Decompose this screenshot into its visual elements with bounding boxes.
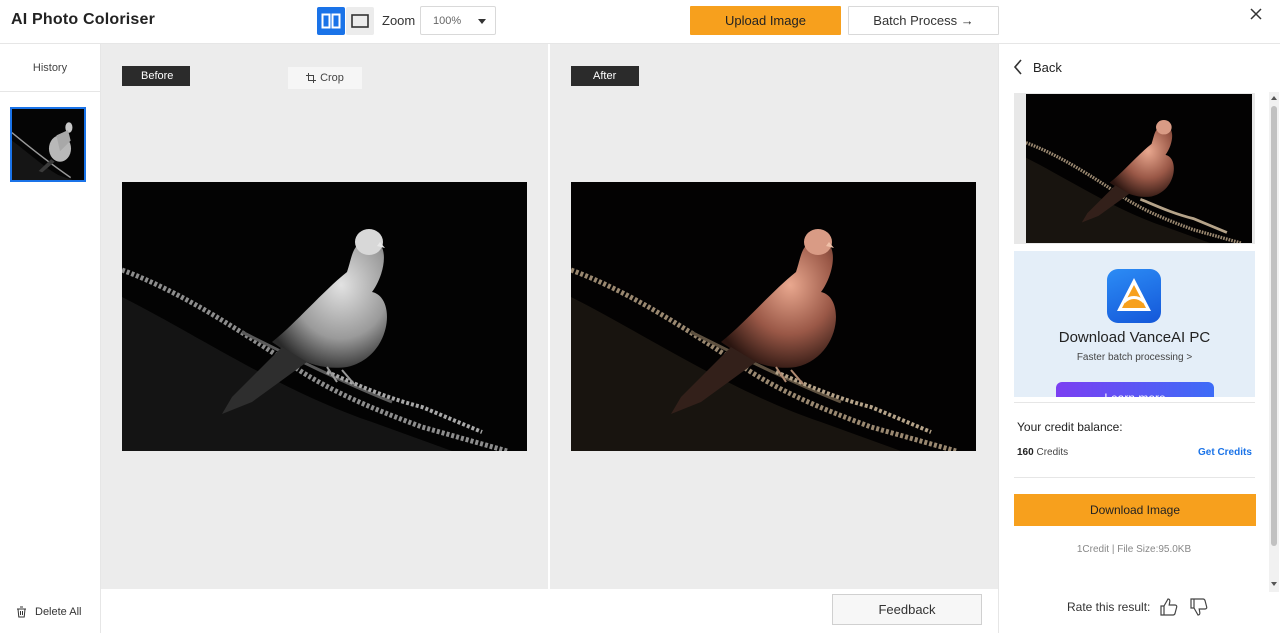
upload-image-button[interactable]: Upload Image <box>690 6 841 35</box>
divider <box>1014 477 1255 478</box>
history-panel: History Delete All <box>0 44 101 633</box>
vanceai-logo-icon <box>1107 269 1161 323</box>
credit-unit: Credits <box>1036 447 1069 458</box>
history-thumbnail-image <box>12 109 84 180</box>
get-credits-link[interactable]: Get Credits <box>1198 447 1252 458</box>
rate-result: Rate this result: <box>1067 596 1210 618</box>
single-view-button[interactable] <box>346 7 374 35</box>
history-item[interactable] <box>10 107 86 182</box>
bottom-bar: Feedback <box>101 589 998 633</box>
batch-process-button[interactable]: Batch Process → <box>848 6 999 35</box>
split-view-button[interactable] <box>317 7 345 35</box>
feedback-button[interactable]: Feedback <box>832 594 982 625</box>
after-image <box>571 182 976 451</box>
thumbs-up-icon <box>1160 598 1178 616</box>
zoom-value: 100% <box>433 15 462 27</box>
before-tag: Before <box>122 66 190 86</box>
download-image-button[interactable]: Download Image <box>1014 494 1256 526</box>
dropdown-caret-icon <box>478 19 486 24</box>
credit-amount: 160 <box>1017 447 1034 458</box>
result-preview <box>1014 93 1255 244</box>
promo-title: Download VanceAI PC <box>1058 329 1211 346</box>
preview-photo <box>1026 94 1252 243</box>
promo-banner[interactable]: Download VanceAI PC Faster batch process… <box>1014 251 1255 397</box>
thumbs-up-button[interactable] <box>1158 596 1180 618</box>
credit-balance-label: Your credit balance: <box>1017 420 1123 434</box>
single-view-icon <box>351 14 369 28</box>
close-icon <box>1250 8 1262 20</box>
thumbs-down-button[interactable] <box>1188 596 1210 618</box>
delete-all-label: Delete All <box>35 606 82 618</box>
thumbs-down-icon <box>1190 598 1208 616</box>
canvas-divider <box>548 44 550 589</box>
comparison-canvas: Before Crop After <box>101 44 998 589</box>
right-panel: Back Download VanceAI PC Faster batch pr <box>998 44 1280 633</box>
scroll-up-icon[interactable] <box>1270 94 1278 102</box>
top-bar: AI Photo Coloriser Zoom 100% Upload Imag… <box>0 0 1280 44</box>
crop-label: Crop <box>320 72 344 84</box>
chevron-left-icon <box>1013 59 1022 75</box>
scrollbar-thumb[interactable] <box>1271 106 1277 546</box>
credit-balance-value: 160 Credits <box>1017 447 1068 458</box>
before-photo <box>122 182 527 451</box>
crop-icon <box>306 73 317 83</box>
after-photo <box>571 182 976 451</box>
trash-icon <box>17 606 26 618</box>
after-tag: After <box>571 66 639 86</box>
delete-all-button[interactable]: Delete All <box>16 606 81 618</box>
before-image <box>122 182 527 451</box>
divider <box>1014 402 1255 403</box>
split-view-icon <box>321 13 341 29</box>
app-title: AI Photo Coloriser <box>11 11 156 28</box>
crop-button[interactable]: Crop <box>287 66 363 90</box>
zoom-label: Zoom <box>382 13 416 28</box>
learn-more-button[interactable]: Learn more <box>1056 382 1214 397</box>
scroll-down-icon[interactable] <box>1270 580 1278 588</box>
back-label: Back <box>1033 59 1062 75</box>
history-title: History <box>0 44 100 92</box>
back-button[interactable]: Back <box>1013 59 1062 75</box>
zoom-select[interactable]: 100% <box>420 6 496 35</box>
promo-subtitle[interactable]: Faster batch processing > <box>1014 352 1255 363</box>
result-preview-image <box>1026 94 1252 243</box>
rate-label: Rate this result: <box>1067 600 1151 614</box>
file-info: 1Credit | File Size:95.0KB <box>1076 544 1192 555</box>
close-button[interactable] <box>1247 5 1265 23</box>
